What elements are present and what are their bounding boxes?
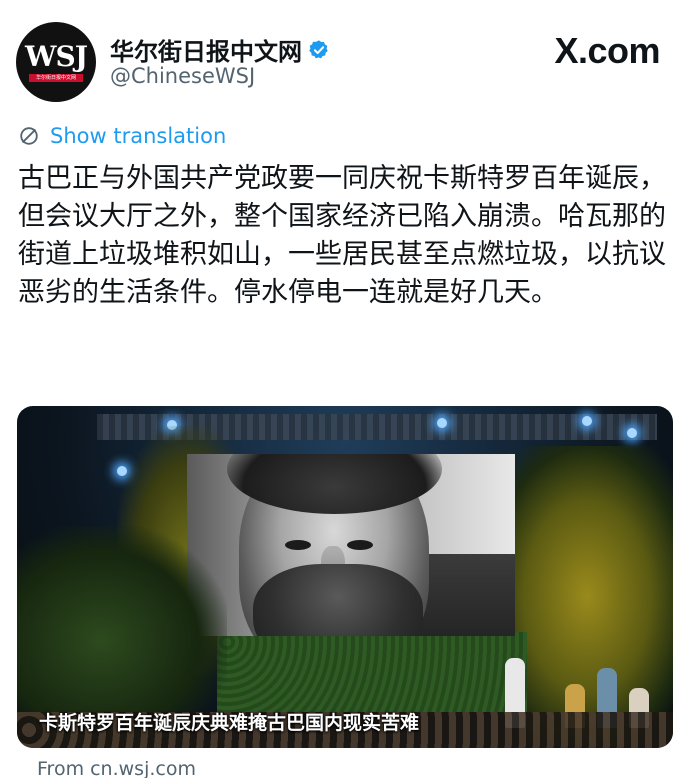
link-source[interactable]: From cn.wsj.com — [37, 758, 196, 778]
display-name-text: 华尔街日报中文网 — [110, 38, 302, 66]
stage-light — [582, 416, 592, 426]
stage-light — [437, 418, 447, 428]
globe-icon — [20, 127, 38, 145]
account-handle[interactable]: @ChineseWSJ — [110, 64, 255, 88]
avatar[interactable]: WSJ 华尔街日报中文网 — [16, 22, 96, 102]
show-translation-button[interactable]: Show translation — [18, 124, 226, 148]
stage-light — [627, 428, 637, 438]
show-translation-label: Show translation — [50, 124, 227, 148]
tweet-header: WSJ 华尔街日报中文网 华尔街日报中文网 @ChineseWSJ X.com — [0, 0, 690, 110]
avatar-logo-subtext: 华尔街日报中文网 — [29, 73, 83, 82]
media-caption: 卡斯特罗百年诞辰庆典难掩古巴国内现实苦难 — [39, 712, 420, 734]
portrait-screen — [187, 454, 515, 636]
stage-hedge — [217, 632, 527, 712]
display-name[interactable]: 华尔街日报中文网 — [110, 32, 330, 67]
avatar-logo-text: WSJ — [25, 39, 88, 73]
x-com-logo: X.com — [554, 30, 660, 71]
tweet-media-image[interactable]: 卡斯特罗百年诞辰庆典难掩古巴国内现实苦难 — [17, 406, 673, 748]
tweet-body-text: 古巴正与外国共产党政要一同庆祝卡斯特罗百年诞辰，但会议大厅之外，整个国家经济已陷… — [18, 163, 666, 308]
verified-badge-icon — [309, 39, 328, 58]
